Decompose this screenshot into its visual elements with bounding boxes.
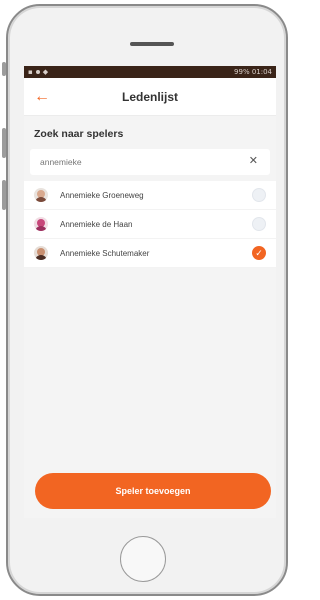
player-row[interactable]: Annemieke Schutemaker ✓: [24, 239, 276, 268]
search-label: Zoek naar spelers: [34, 128, 124, 140]
player-list: Annemieke Groeneweg Annemieke de Haan An…: [24, 181, 276, 268]
page-title: Ledenlijst: [121, 89, 178, 104]
clear-search-icon[interactable]: ✕: [249, 154, 258, 167]
status-icons-left: ▪ ◆: [28, 68, 48, 76]
location-icon: ◆: [42, 68, 49, 76]
search-box[interactable]: ✕: [30, 149, 270, 175]
player-name: Annemieke Groeneweg: [60, 190, 144, 200]
avatar: [34, 246, 48, 260]
player-row[interactable]: Annemieke Groeneweg: [24, 181, 276, 210]
home-button[interactable]: [120, 536, 166, 582]
status-bar: ▪ ◆ 99% 01:04: [24, 66, 276, 78]
search-input[interactable]: [40, 157, 220, 167]
avatar: [34, 188, 48, 202]
avatar: [34, 217, 48, 231]
notification-dot-icon: [35, 70, 40, 74]
player-name: Annemieke de Haan: [60, 219, 133, 229]
speaker-grille: [130, 42, 174, 46]
player-name: Annemieke Schutemaker: [60, 248, 150, 258]
selected-check-icon[interactable]: ✓: [252, 246, 266, 260]
app-screen: ▪ ◆ 99% 01:04 ← Ledenlijst Zoek naar spe…: [24, 66, 276, 518]
add-player-button[interactable]: Speler toevoegen: [35, 473, 271, 509]
player-row[interactable]: Annemieke de Haan: [24, 210, 276, 239]
status-time-battery: 99% 01:04: [234, 68, 272, 76]
notification-icon: ▪: [28, 68, 33, 76]
app-bar: ← Ledenlijst: [24, 78, 276, 116]
back-arrow-icon[interactable]: ←: [34, 89, 50, 105]
select-checkbox[interactable]: [252, 217, 266, 231]
select-checkbox[interactable]: [252, 188, 266, 202]
